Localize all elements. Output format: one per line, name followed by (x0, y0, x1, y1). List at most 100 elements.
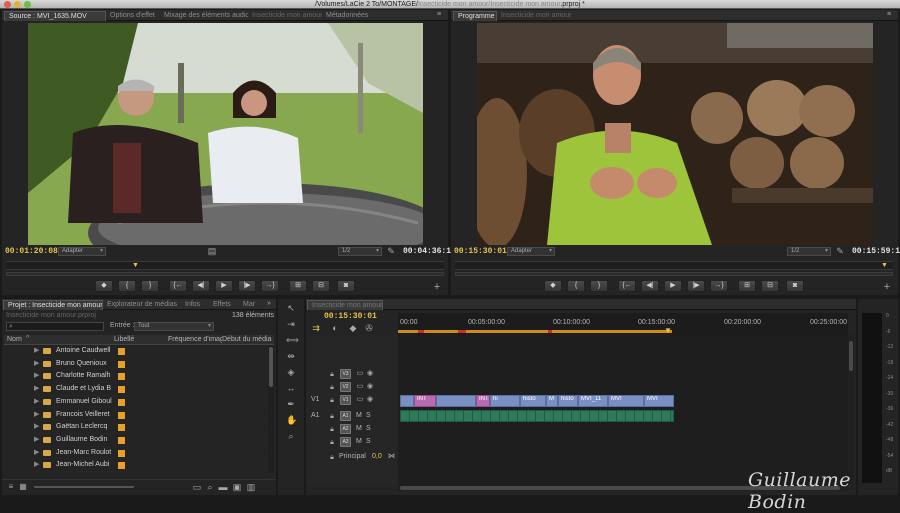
video-clip[interactable]: MVI (644, 395, 674, 407)
panel-menu-icon[interactable]: ≡ (434, 10, 444, 20)
label-color-swatch[interactable] (118, 348, 125, 355)
timeline-vscroll-thumb[interactable] (849, 341, 853, 371)
program-export-frame-button[interactable]: ◙ (786, 280, 804, 292)
program-resolution-dropdown[interactable]: 1/2 (787, 247, 831, 256)
project-item[interactable]: ▶ Antoine Caudwell (6, 345, 272, 358)
expand-triangle-icon[interactable]: ▶ (34, 422, 39, 430)
mute-button[interactable]: M (356, 438, 362, 445)
track-name-v3[interactable]: V3 (340, 369, 351, 379)
add-button-icon[interactable]: + (432, 282, 442, 293)
timeline-vscroll[interactable] (848, 335, 854, 485)
tab-info[interactable]: Infos (181, 300, 209, 310)
program-wrench-icon[interactable]: ✎ (835, 246, 845, 256)
column-name[interactable]: Nom (7, 336, 22, 343)
step-forward-button[interactable]: |▶ (238, 280, 256, 292)
label-color-swatch[interactable] (118, 449, 125, 457)
work-area-bar[interactable] (398, 330, 672, 333)
solo-button[interactable]: S (366, 438, 371, 445)
program-go-to-in-button[interactable]: {← (618, 280, 636, 292)
expand-triangle-icon[interactable]: ▶ (34, 346, 39, 354)
project-overflow-icon[interactable]: » (264, 299, 274, 309)
icon-view-icon[interactable]: ▦ (18, 482, 28, 492)
zoom-tool-icon[interactable]: ⌕ (286, 431, 296, 441)
project-item[interactable]: ▶ Emmanuel Giboul (6, 396, 272, 409)
automate-icon[interactable]: ▭ (192, 482, 202, 492)
program-mark-in-button[interactable]: { (567, 280, 585, 292)
program-go-to-out-button[interactable]: →} (710, 280, 728, 292)
expand-triangle-icon[interactable]: ▶ (34, 448, 39, 456)
tab-sequence[interactable]: Insecticide mon amour (248, 11, 322, 21)
tab-media-browser[interactable]: Explorateur de médias (103, 300, 181, 310)
sync-icon[interactable]: ▭ (356, 369, 364, 379)
eye-icon[interactable]: ◉ (366, 369, 374, 379)
lock-icon[interactable]: 🔒︎ (328, 438, 336, 448)
mute-button[interactable]: M (356, 412, 362, 419)
delete-icon[interactable]: ▥ (246, 482, 256, 492)
tab-program[interactable]: Programme (453, 11, 497, 21)
program-add-button-icon[interactable]: + (882, 282, 892, 293)
project-search-input[interactable]: ⌕ (6, 322, 104, 331)
tab-effects[interactable]: Effets (209, 300, 239, 310)
find-icon[interactable]: ⌕ (205, 482, 215, 492)
track-name-a1[interactable]: A1 (340, 411, 351, 421)
project-scroll-thumb[interactable] (269, 347, 273, 387)
project-item[interactable]: ▶ Claude et Lydia B (6, 383, 272, 396)
column-frame-rate[interactable]: Fréquence d'imag (168, 336, 222, 343)
selection-tool-icon[interactable]: ↖ (286, 303, 296, 313)
marker-red[interactable] (458, 330, 466, 333)
program-add-marker-button[interactable]: ◆ (544, 280, 562, 292)
lift-button[interactable]: ⊞ (738, 280, 756, 292)
zoom-slider[interactable] (34, 486, 134, 488)
minimize-window-icon[interactable] (14, 1, 21, 8)
tab-source[interactable]: Source : MVI_1635.MOV (4, 11, 106, 21)
source-patch-a1[interactable]: A1 (311, 412, 320, 419)
play-button[interactable]: ▶ (215, 280, 233, 292)
lock-icon[interactable]: 🔒︎ (328, 396, 336, 406)
add-marker-icon[interactable]: ◆ (348, 323, 358, 333)
snap-icon[interactable]: ⇉ (311, 323, 321, 333)
entry-dropdown[interactable]: Tout (134, 322, 214, 331)
mute-button[interactable]: M (356, 425, 362, 432)
wrench-icon[interactable]: ✎ (386, 246, 396, 256)
hand-tool-icon[interactable]: ✋ (286, 415, 297, 425)
expand-triangle-icon[interactable]: ▶ (34, 435, 39, 443)
video-clip[interactable]: INT (476, 395, 490, 407)
mark-out-button[interactable]: } (141, 280, 159, 292)
project-item[interactable]: ▶ Guillaume Bodin (6, 434, 272, 447)
project-item[interactable]: ▶ Charlotte Ramalh (6, 370, 272, 384)
step-back-button[interactable]: ◀| (192, 280, 210, 292)
linked-selection-icon[interactable]: ◐ (330, 323, 340, 333)
a1-clip-strip[interactable] (400, 410, 675, 422)
tab-program-sequence[interactable]: Insecticide mon amour (497, 11, 573, 21)
razor-tool-icon[interactable]: ◈ (286, 367, 296, 377)
track-name-v1[interactable]: V1 (340, 395, 351, 405)
program-step-back-button[interactable]: ◀| (641, 280, 659, 292)
marker-red[interactable] (548, 330, 552, 333)
video-clip[interactable]: MVI_11 (578, 395, 608, 407)
label-color-swatch[interactable] (118, 436, 125, 444)
project-item[interactable]: ▶ Bruno Quenioux (6, 358, 272, 371)
source-resolution-dropdown[interactable]: 1/2 (338, 247, 382, 256)
go-to-in-button[interactable]: {← (169, 280, 187, 292)
lock-icon[interactable]: 🔒︎ (328, 453, 336, 463)
settings-gear-icon[interactable]: ✇ (364, 323, 374, 333)
mark-in-button[interactable]: { (118, 280, 136, 292)
source-zoom-scrollbar[interactable] (6, 272, 444, 276)
label-color-swatch[interactable] (118, 411, 125, 419)
program-time-ruler[interactable]: ▼ (455, 261, 893, 270)
timeline-playhead-icon[interactable]: ▼ (664, 327, 672, 335)
source-patch-v1[interactable]: V1 (311, 396, 320, 403)
overwrite-button[interactable]: ⊟ (312, 280, 330, 292)
lock-icon[interactable]: 🔒︎ (328, 425, 336, 435)
tab-metadata[interactable]: Métadonnées (322, 11, 372, 21)
master-keyframe-icon[interactable]: ⋈ (388, 452, 395, 460)
eye-icon[interactable]: ◉ (366, 382, 374, 392)
expand-triangle-icon[interactable]: ▶ (34, 460, 39, 468)
label-color-swatch[interactable] (118, 424, 125, 432)
column-media-start[interactable]: Début du média (222, 336, 271, 343)
label-color-swatch[interactable] (118, 360, 125, 368)
expand-triangle-icon[interactable]: ▶ (34, 410, 39, 418)
label-color-swatch[interactable] (118, 462, 125, 470)
project-item[interactable]: ▶ Jean-Marc Roulot (6, 447, 272, 460)
program-play-button[interactable]: ▶ (664, 280, 682, 292)
